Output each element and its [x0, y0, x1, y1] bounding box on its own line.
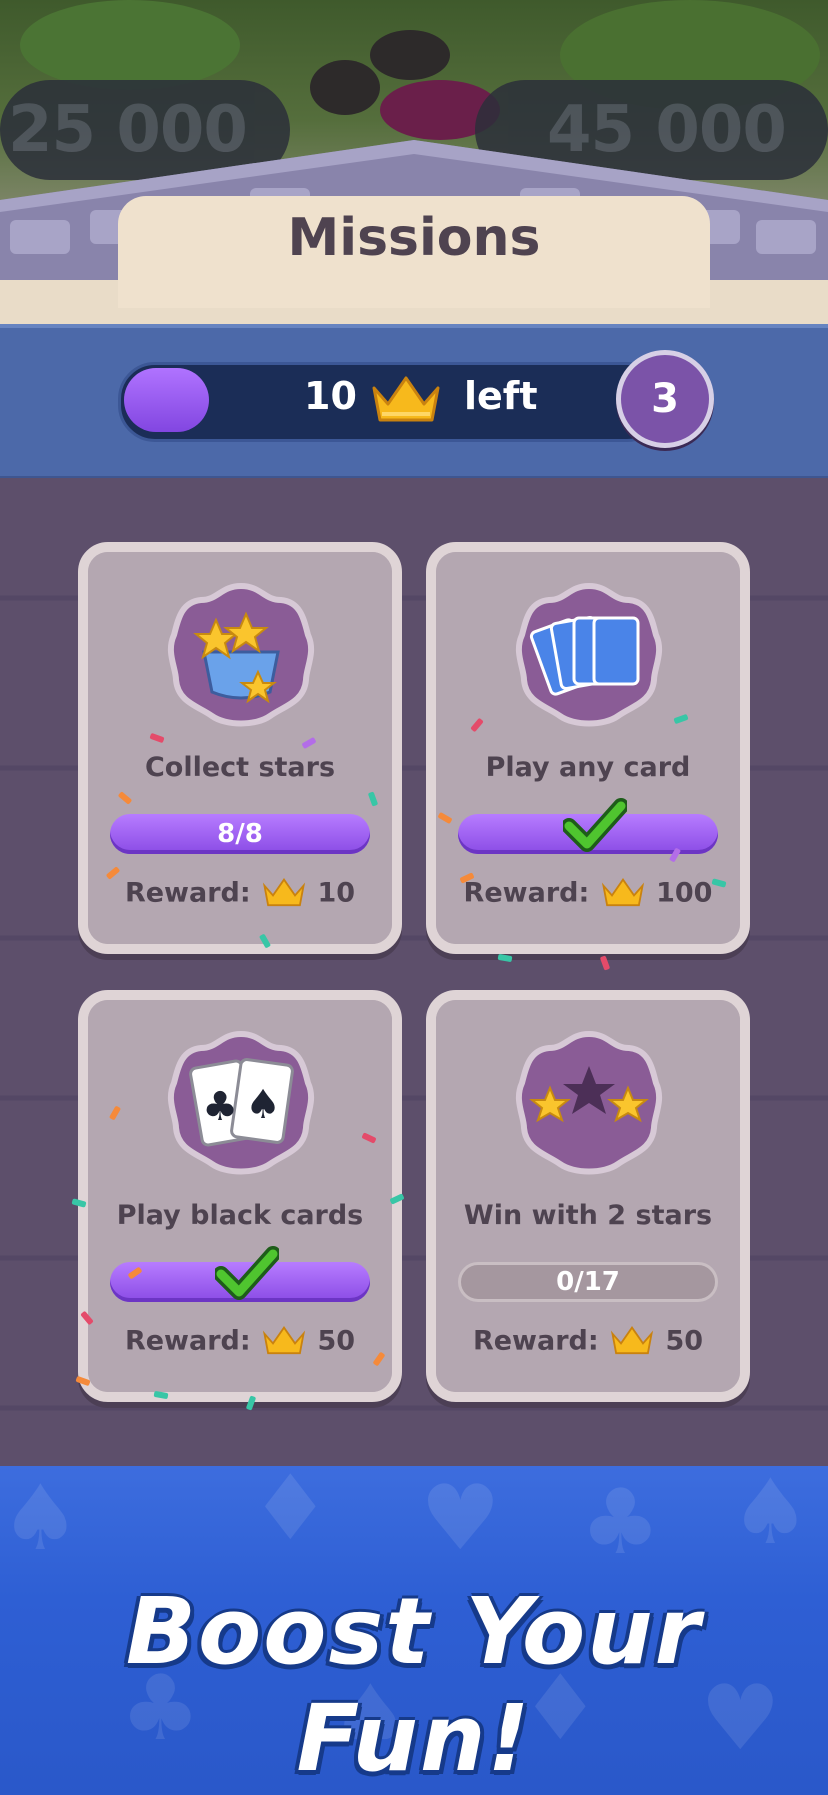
svg-text:♠: ♠ — [245, 1082, 281, 1128]
mission-label: Win with 2 stars — [463, 1200, 713, 1231]
reward-value: 100 — [656, 877, 713, 909]
mission-progress-text: 0/17 — [556, 1267, 620, 1297]
reward-prefix: Reward: — [124, 1325, 251, 1357]
mission-progress — [458, 798, 718, 854]
mission-progress: 0/17 — [458, 1262, 718, 1302]
checkmark-icon — [563, 798, 627, 852]
crown-icon — [372, 376, 440, 422]
mission-card-collect-stars[interactable]: Collect stars 8/8 Reward: 10 — [78, 542, 402, 954]
mission-card-win-with-2-stars[interactable]: Win with 2 stars 0/17 Reward: 50 — [426, 990, 750, 1402]
mission-progress-fill — [124, 368, 209, 432]
reward-value: 50 — [665, 1325, 704, 1357]
mission-reward: Reward: 50 — [436, 1324, 740, 1358]
club-spade-cards-icon: ♣ ♠ — [167, 1030, 315, 1175]
rock-shape — [310, 60, 380, 115]
star-bowl-icon — [167, 582, 315, 727]
checkmark-icon — [215, 1246, 279, 1300]
svg-text:♣: ♣ — [202, 1084, 238, 1130]
mission-label: Play black cards — [116, 1200, 364, 1231]
crown-icon — [601, 877, 644, 907]
reward-prefix: Reward: — [124, 877, 251, 909]
mission-card-play-any-card[interactable]: Play any card Reward: 100 — [426, 542, 750, 954]
foliage-shape — [20, 0, 240, 90]
reward-value: 50 — [317, 1325, 356, 1357]
progress-suffix: left — [464, 374, 538, 418]
mission-card-play-black-cards[interactable]: ♣ ♠ Play black cards Reward: 50 — [78, 990, 402, 1402]
two-stars-icon — [515, 1030, 663, 1175]
card-fan-icon — [515, 582, 663, 727]
reward-prefix: Reward: — [463, 877, 590, 909]
mission-reward: Reward: 10 — [88, 876, 392, 910]
mission-progress — [110, 1246, 370, 1302]
page-title: Missions — [287, 208, 541, 268]
mission-label: Collect stars — [144, 752, 336, 783]
mission-progress-text: 8/8 — [217, 819, 263, 849]
crown-icon — [262, 1325, 306, 1355]
mission-reward: Reward: 100 — [436, 876, 740, 910]
reward-prefix: Reward: — [472, 1325, 599, 1357]
progress-count: 10 — [304, 374, 357, 418]
mission-progress: 8/8 — [110, 814, 370, 854]
mission-label: Play any card — [485, 752, 691, 783]
reward-value: 10 — [317, 877, 356, 909]
level-badge[interactable]: 3 — [616, 350, 714, 448]
promo-slogan: Boost Your Fun! — [125, 1578, 703, 1792]
crown-icon — [610, 1325, 654, 1355]
crown-icon — [262, 877, 306, 907]
mission-reward: Reward: 50 — [88, 1324, 392, 1358]
rock-shape — [370, 30, 450, 80]
